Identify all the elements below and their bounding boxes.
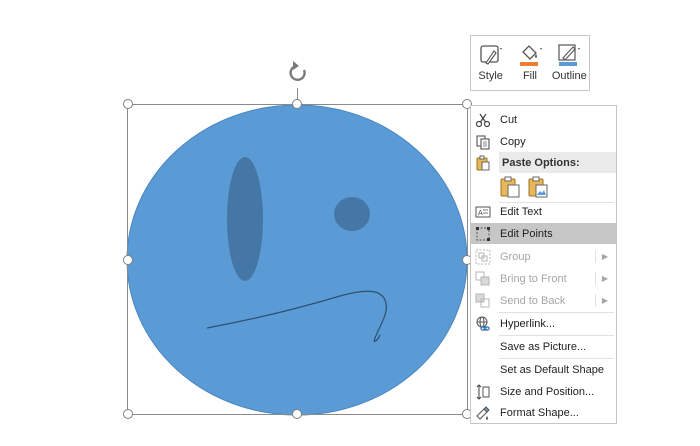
outline-label: Outline [551, 70, 587, 82]
menu-item-bring-to-front[interactable]: Bring to Front ▶ [471, 268, 616, 289]
menu-item-cut[interactable]: Cut [471, 109, 616, 130]
edit-points-label: Edit Points [500, 227, 553, 240]
set-default-shape-label: Set as Default Shape [500, 363, 604, 376]
format-shape-label: Format Shape... [500, 406, 579, 419]
context-menu: Cut Copy Paste Options: A Edit Text Edit… [470, 105, 617, 424]
size-and-position-label: Size and Position... [500, 385, 595, 398]
pen-outline-icon [558, 44, 581, 66]
submenu-arrow-icon: ▶ [601, 274, 608, 283]
fill-label: Fill [522, 70, 538, 82]
bring-to-front-icon [473, 269, 493, 289]
style-label: Style [478, 70, 503, 82]
edit-points-icon [473, 224, 493, 244]
handle-middle-left[interactable] [123, 255, 133, 265]
paste-clipboard-icon-cell [471, 152, 499, 173]
handle-bottom-center[interactable] [292, 409, 302, 419]
selected-shape[interactable] [126, 104, 468, 416]
copy-label: Copy [500, 135, 526, 148]
left-eye[interactable] [227, 157, 263, 281]
group-icon [473, 247, 493, 267]
menu-item-save-as-picture[interactable]: Save as Picture... [471, 336, 616, 357]
send-to-back-label: Send to Back [500, 294, 566, 307]
menu-item-size-and-position[interactable]: Size and Position... [471, 381, 616, 402]
submenu-arrow-icon: ▶ [601, 252, 608, 261]
bring-to-front-label: Bring to Front [500, 272, 567, 285]
scissors-icon [473, 110, 493, 130]
paint-bucket-icon [519, 45, 542, 66]
size-position-icon [473, 382, 493, 402]
handle-top-center[interactable] [292, 99, 302, 109]
handle-top-left[interactable] [123, 99, 133, 109]
handle-bottom-left[interactable] [123, 409, 133, 419]
menu-item-hyperlink[interactable]: Hyperlink... [471, 313, 616, 334]
copy-icon [473, 132, 493, 152]
hyperlink-label: Hyperlink... [500, 317, 556, 330]
menu-item-format-shape[interactable]: Format Shape... [471, 402, 616, 423]
style-button[interactable]: Style [473, 42, 509, 82]
clipboard-icon [473, 153, 493, 173]
cut-label: Cut [500, 113, 518, 126]
menu-item-edit-points[interactable]: Edit Points [471, 223, 616, 244]
submenu-arrow-icon: ▶ [601, 296, 608, 305]
format-shape-icon [473, 403, 493, 423]
menu-item-set-default-shape[interactable]: Set as Default Shape [471, 359, 616, 380]
paste-keep-source-icon[interactable] [499, 176, 521, 198]
paste-options-header: Paste Options: [499, 152, 616, 173]
save-as-picture-label: Save as Picture... [500, 340, 587, 353]
edit-text-icon: A [473, 202, 493, 222]
paste-options-label: Paste Options: [502, 156, 580, 169]
right-eye[interactable] [334, 197, 370, 231]
menu-item-copy[interactable]: Copy [471, 131, 616, 152]
hyperlink-icon [473, 314, 493, 334]
group-label: Group [500, 250, 531, 263]
outline-button[interactable]: Outline [551, 42, 587, 82]
menu-item-send-to-back[interactable]: Send to Back ▶ [471, 290, 616, 311]
mini-toolbar: Style Fill Outline [470, 35, 590, 91]
send-to-back-icon [473, 291, 493, 311]
shape-style-icon [480, 45, 502, 65]
menu-item-edit-text[interactable]: A Edit Text [471, 201, 616, 222]
fill-button[interactable]: Fill [512, 42, 548, 82]
rotation-handle[interactable] [289, 61, 306, 81]
svg-text:A: A [478, 209, 483, 217]
paste-options-row [499, 174, 549, 200]
menu-item-group[interactable]: Group ▶ [471, 246, 616, 267]
face-ellipse[interactable] [126, 104, 468, 416]
edit-text-label: Edit Text [500, 205, 542, 218]
paste-as-picture-icon[interactable] [527, 176, 549, 198]
